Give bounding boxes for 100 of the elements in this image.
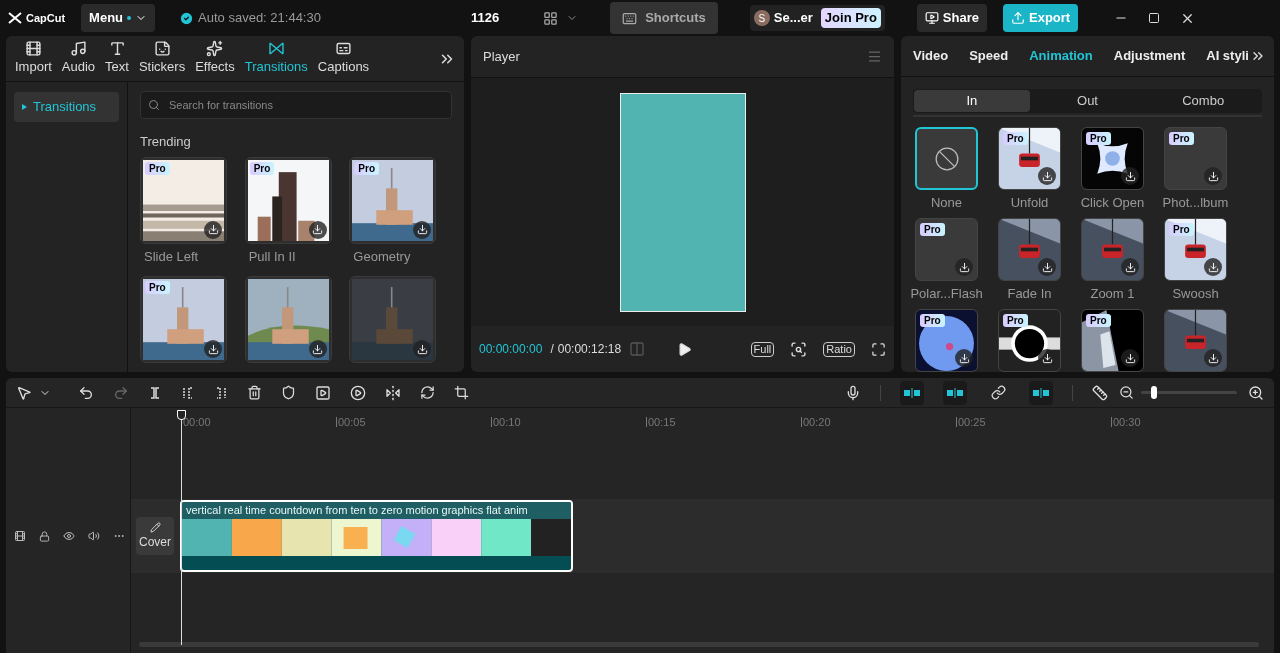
lock-icon[interactable] <box>39 530 50 542</box>
trim-right-icon[interactable] <box>214 385 228 400</box>
ruler-label: 00:25 <box>958 414 986 430</box>
link-icon <box>990 385 1006 400</box>
snap-icon <box>1033 387 1049 398</box>
animation-card[interactable] <box>1164 309 1227 372</box>
animation-card[interactable]: Pro <box>915 309 978 372</box>
animation-card[interactable] <box>1081 218 1144 281</box>
inspector-tab[interactable]: Speed <box>969 46 1009 66</box>
inspector-tab[interactable]: Animation <box>1029 46 1093 66</box>
video-track-icon <box>14 530 26 542</box>
pencil-icon <box>149 521 161 533</box>
animation-card[interactable]: Pro <box>1164 127 1227 190</box>
animation-card[interactable]: Pro <box>915 218 978 281</box>
snap-toggle[interactable] <box>1029 380 1053 405</box>
media-tab[interactable]: Effects <box>190 40 240 77</box>
media-tab[interactable]: Captions <box>312 40 375 77</box>
zoom-out-icon[interactable] <box>1119 385 1134 400</box>
split-icon[interactable] <box>148 385 162 400</box>
transition-card[interactable]: Pro <box>349 156 437 244</box>
freeze-icon[interactable] <box>315 384 331 401</box>
zoom-slider[interactable] <box>1141 386 1237 399</box>
trim-left-icon[interactable] <box>181 385 195 400</box>
animation-card[interactable]: Pro <box>1081 127 1144 190</box>
current-time: 00:00:00:00 <box>479 341 543 358</box>
clip-caption: vertical real time countdown from ten to zero motion graphics flat anim <box>182 502 571 519</box>
media-tab[interactable]: Transitions <box>239 40 313 77</box>
media-tab[interactable]: Text <box>100 40 134 77</box>
animation-card[interactable] <box>915 127 978 190</box>
join-pro-button[interactable]: Join Pro <box>820 8 881 28</box>
select-tool-icon[interactable] <box>16 384 32 401</box>
volume-icon[interactable] <box>88 530 100 542</box>
ruler-label: 00:10 <box>493 414 521 430</box>
download-icon[interactable] <box>1204 167 1222 185</box>
animation-label: Click Open <box>1080 194 1145 212</box>
ruler-label: 00:30 <box>1113 414 1141 430</box>
visibility-icon[interactable] <box>63 530 75 542</box>
fullscreen-icon[interactable] <box>871 341 886 357</box>
pro-badge: Pro <box>1169 132 1194 145</box>
segment-tab[interactable]: In <box>914 90 1030 113</box>
inspector-tab[interactable]: Video <box>913 46 949 66</box>
menu-icon[interactable] <box>867 49 882 64</box>
snap-toggle[interactable] <box>900 380 924 405</box>
total-time: 00:00:12:18 <box>557 341 622 358</box>
transition-card[interactable]: Pro <box>140 156 227 244</box>
layout-icon[interactable] <box>543 10 559 26</box>
sparkles-icon <box>206 40 224 58</box>
animation-card[interactable] <box>998 218 1061 281</box>
crop-icon[interactable] <box>454 385 469 400</box>
film-icon <box>24 40 42 58</box>
media-tab[interactable]: Stickers <box>133 40 191 77</box>
ruler-icon[interactable] <box>1092 384 1108 401</box>
play-button[interactable] <box>677 341 693 357</box>
ruler-label: 00:15 <box>648 414 676 430</box>
transition-card[interactable]: Pro <box>140 276 227 363</box>
sidebar-item[interactable]: Transitions <box>14 92 119 122</box>
shortcuts-button[interactable]: Shortcuts <box>610 2 718 34</box>
video-clip[interactable]: vertical real time countdown from ten to zero motion graphics flat anim <box>180 500 573 572</box>
transition-label: Geometry <box>352 247 412 266</box>
undo-icon[interactable] <box>78 384 94 401</box>
focus-icon[interactable] <box>790 340 808 358</box>
snap-toggle[interactable] <box>943 380 967 405</box>
transition-card[interactable]: Pro <box>244 156 332 244</box>
marker-icon[interactable] <box>281 385 296 400</box>
ratio-button[interactable]: Ratio <box>823 341 855 357</box>
rotate-icon[interactable] <box>420 385 435 400</box>
cover-button[interactable]: Cover <box>136 517 174 555</box>
animation-card[interactable]: Pro <box>998 309 1061 372</box>
maximize-icon[interactable] <box>1148 12 1161 24</box>
menu-button[interactable]: Menu <box>81 4 156 32</box>
animation-card[interactable]: Pro <box>998 127 1061 190</box>
segment-tab[interactable]: Combo <box>1145 90 1261 113</box>
full-button[interactable]: Full <box>750 341 775 357</box>
screen-play-icon <box>924 11 939 25</box>
project-name: 1126 <box>470 9 500 28</box>
reverse-icon[interactable] <box>350 384 366 401</box>
animation-card[interactable]: Pro <box>1081 309 1144 372</box>
zoom-in-icon[interactable] <box>1248 384 1264 401</box>
search-field[interactable]: Search for transitions <box>140 91 452 119</box>
ruler-label: 00:05 <box>338 414 366 430</box>
media-tab[interactable]: Import <box>10 40 57 77</box>
transition-label: Pull In II <box>247 247 297 266</box>
delete-icon[interactable] <box>247 385 262 400</box>
microphone-icon[interactable] <box>845 384 861 401</box>
media-tab[interactable]: Audio <box>56 40 101 77</box>
upload-icon <box>1011 11 1025 25</box>
pro-badge: Pro <box>1003 132 1028 145</box>
inspector-tab[interactable]: Adjustment <box>1113 46 1186 66</box>
redo-icon[interactable] <box>113 384 129 401</box>
inspector-tab[interactable]: AI styli <box>1206 46 1249 66</box>
download-icon[interactable] <box>955 258 973 276</box>
mirror-icon[interactable] <box>385 384 401 401</box>
animation-card[interactable]: Pro <box>1164 218 1227 281</box>
slider-thumb[interactable] <box>1151 386 1158 399</box>
segment-tab[interactable]: Out <box>1029 90 1146 113</box>
pro-badge: Pro <box>1003 314 1028 327</box>
account-chip[interactable]: S Se...er Join Pro <box>749 5 885 31</box>
pro-badge: Pro <box>920 314 945 327</box>
transition-label: Slide Left <box>143 247 200 266</box>
share-button[interactable]: Share <box>916 4 987 32</box>
